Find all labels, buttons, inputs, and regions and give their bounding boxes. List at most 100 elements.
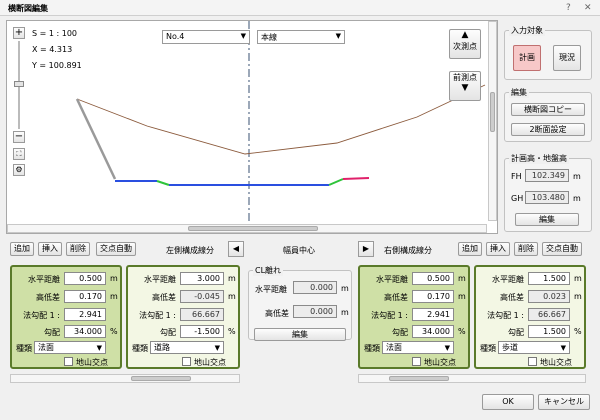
- kind-select[interactable]: 法面 ▼: [34, 341, 106, 354]
- height-field[interactable]: 0.170: [412, 290, 454, 303]
- next-point-label: 次測点: [453, 42, 477, 51]
- fh-field: 102.349: [525, 169, 569, 182]
- fit-view-icon[interactable]: ⛶: [13, 148, 25, 160]
- line-select[interactable]: 本線 ▼: [257, 30, 345, 44]
- horiz-field[interactable]: 0.500: [64, 272, 106, 285]
- settings-gear-icon[interactable]: ⚙: [13, 164, 25, 176]
- ground-intersect-checkbox[interactable]: [528, 357, 537, 366]
- ok-button[interactable]: OK: [482, 394, 534, 410]
- left-delete-button[interactable]: 削除: [66, 242, 90, 256]
- fh-unit: m: [573, 172, 581, 181]
- right-panels-scrollbar[interactable]: [358, 374, 586, 383]
- height-field[interactable]: -0.045: [180, 290, 224, 303]
- horiz-field[interactable]: 3.000: [180, 272, 224, 285]
- unit-label: %: [228, 327, 236, 336]
- horizontal-scroll-thumb[interactable]: [188, 226, 318, 231]
- unit-label: %: [574, 327, 582, 336]
- left-insert-button[interactable]: 挿入: [38, 242, 62, 256]
- grade-field[interactable]: -1.500: [180, 325, 224, 338]
- prev-point-button[interactable]: 前測点 ▼: [449, 71, 481, 101]
- kind-value: 法面: [38, 343, 54, 352]
- right-add-button[interactable]: 追加: [458, 242, 482, 256]
- zoom-out-button[interactable]: −: [13, 131, 25, 143]
- up-arrow-icon: ▲: [461, 30, 469, 40]
- slope-field[interactable]: 66.667: [528, 308, 570, 321]
- kind-select[interactable]: 法面 ▼: [382, 341, 454, 354]
- unit-label: m: [458, 292, 466, 301]
- unit-label: %: [458, 327, 466, 336]
- grade-label: 勾配: [508, 328, 524, 337]
- unit-label: m: [341, 308, 349, 317]
- slope-field[interactable]: 2.941: [412, 308, 454, 321]
- kind-label: 種類: [364, 344, 380, 353]
- chevron-down-icon: ▼: [560, 344, 566, 352]
- kind-select[interactable]: 歩道 ▼: [498, 341, 570, 354]
- y-readout: Y = 100.891: [32, 61, 82, 70]
- plan-height-group: 計画高・地盤高 FH 102.349 m GH 103.480 m 編集: [504, 153, 592, 232]
- horiz-label: 水平距離: [492, 275, 524, 284]
- input-target-label: 入力対象: [509, 25, 545, 36]
- unit-label: m: [458, 274, 466, 283]
- zoom-in-button[interactable]: +: [13, 27, 25, 39]
- horiz-field[interactable]: 0.500: [412, 272, 454, 285]
- left-add-button[interactable]: 追加: [10, 242, 34, 256]
- left-segments-title: 左側構成線分: [166, 246, 214, 255]
- right-delete-button[interactable]: 削除: [514, 242, 538, 256]
- right-auto-button[interactable]: 交点自動: [542, 242, 582, 256]
- height-label: 高低差: [36, 293, 60, 302]
- ground-intersect-checkbox[interactable]: [64, 357, 73, 366]
- kind-select[interactable]: 道路 ▼: [150, 341, 224, 354]
- next-point-button[interactable]: ▲ 次測点: [449, 29, 481, 59]
- left-auto-button[interactable]: 交点自動: [96, 242, 136, 256]
- ground-intersect-label: 地山交点: [194, 358, 226, 367]
- zoom-slider-thumb[interactable]: [14, 81, 24, 87]
- slope-line-right: [328, 178, 344, 186]
- help-button[interactable]: ?: [566, 3, 571, 13]
- height-field[interactable]: 0.170: [64, 290, 106, 303]
- unit-label: %: [110, 327, 118, 336]
- prev-point-label: 前測点: [453, 73, 477, 82]
- right-panels-scroll-thumb[interactable]: [389, 376, 449, 381]
- plan-height-label: 計画高・地盤高: [509, 153, 569, 164]
- grade-field[interactable]: 34.000: [412, 325, 454, 338]
- gh-field: 103.480: [525, 191, 569, 204]
- slope-label: 法勾配 1 :: [139, 311, 176, 320]
- grade-field[interactable]: 1.500: [528, 325, 570, 338]
- chevron-down-icon: ▼: [96, 344, 102, 352]
- copy-section-button[interactable]: 横断図コピー: [511, 103, 585, 116]
- unit-label: m: [574, 274, 582, 283]
- ground-intersect-checkbox[interactable]: [182, 357, 191, 366]
- station-select-value: No.4: [166, 32, 185, 41]
- cancel-button[interactable]: キャンセル: [538, 394, 590, 410]
- right-insert-button[interactable]: 挿入: [486, 242, 510, 256]
- cl-height-label: 高低差: [265, 309, 289, 318]
- plan-height-edit-button[interactable]: 編集: [515, 213, 579, 226]
- slope-label: 法勾配 1 :: [23, 311, 60, 320]
- ground-intersect-checkbox[interactable]: [412, 357, 421, 366]
- horizontal-scrollbar[interactable]: [7, 224, 487, 233]
- left-panels-scrollbar[interactable]: [10, 374, 240, 383]
- close-button[interactable]: ✕: [584, 3, 592, 13]
- existing-toggle-button[interactable]: 現況: [553, 45, 581, 71]
- plan-toggle-button[interactable]: 計画: [513, 45, 541, 71]
- cross-section-view[interactable]: + − ⛶ ⚙ S = 1 : 100 X = 4.313 Y = 100.89…: [6, 20, 498, 234]
- segment-panel-right-1: 水平距離 0.500 m 高低差 0.170 m 法勾配 1 : 2.941 勾…: [358, 265, 470, 369]
- left-panels-scroll-thumb[interactable]: [131, 376, 191, 381]
- grade-label: 勾配: [44, 328, 60, 337]
- left-arrow-button[interactable]: ◀: [228, 241, 244, 257]
- cl-horiz-label: 水平距離: [255, 285, 287, 294]
- chevron-down-icon: ▼: [240, 32, 246, 40]
- station-select[interactable]: No.4 ▼: [162, 30, 250, 44]
- right-arrow-button[interactable]: ▶: [358, 241, 374, 257]
- grade-field[interactable]: 34.000: [64, 325, 106, 338]
- vertical-scroll-thumb[interactable]: [490, 92, 495, 132]
- height-field[interactable]: 0.023: [528, 290, 570, 303]
- slope-field[interactable]: 66.667: [180, 308, 224, 321]
- horiz-field[interactable]: 1.500: [528, 272, 570, 285]
- two-section-button[interactable]: 2断面設定: [511, 123, 585, 136]
- cl-edit-button[interactable]: 編集: [254, 328, 346, 341]
- vertical-scrollbar[interactable]: [488, 21, 497, 221]
- ground-intersect-label: 地山交点: [76, 358, 108, 367]
- kind-label: 種類: [480, 344, 496, 353]
- slope-field[interactable]: 2.941: [64, 308, 106, 321]
